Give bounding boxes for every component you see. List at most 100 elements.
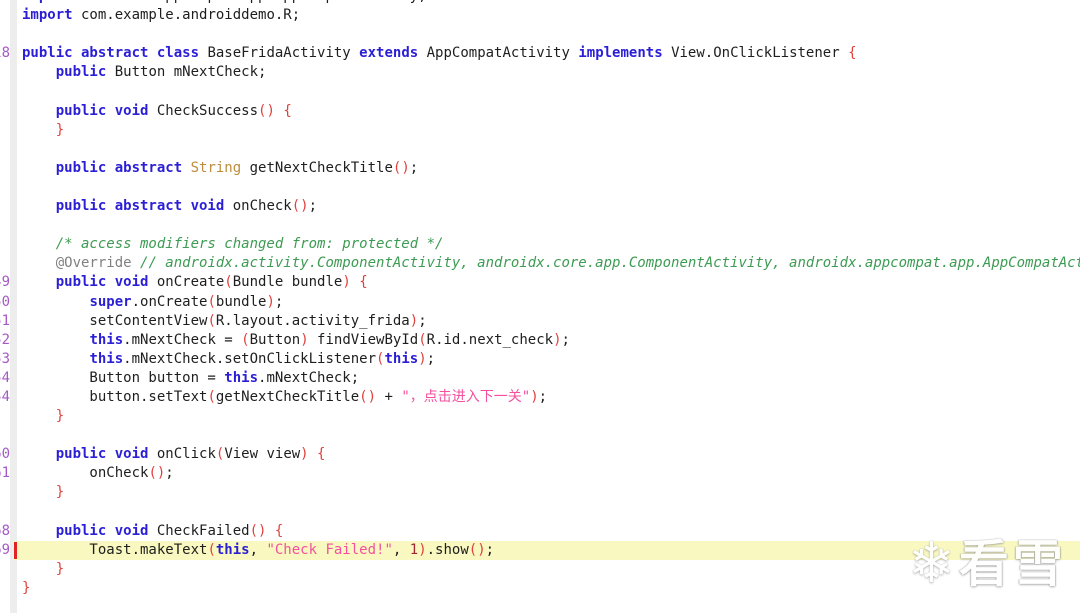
code-token-pl: CheckSuccess — [148, 102, 259, 119]
code-line[interactable] — [0, 178, 1080, 197]
decompiler-code-view: { "view": "java-decompiler-source", "col… — [0, 0, 1080, 613]
code-token-br: ( — [224, 274, 233, 291]
code-token-kw: public abstract class — [22, 45, 200, 62]
code-line-highlighted[interactable]: 69 Toast.makeText(this, "Check Failed!",… — [0, 540, 1080, 560]
code-token-kw: public void — [55, 522, 149, 539]
code-token-kw: super — [89, 293, 132, 310]
code-editor-area[interactable]: import androidx.appcompat.app.AppCompatA… — [0, 0, 1080, 598]
code-token-br: } — [55, 560, 65, 577]
code-line[interactable] — [0, 216, 1080, 235]
code-token-pl: ; — [274, 293, 284, 310]
line-number: 60 — [0, 446, 10, 463]
code-line[interactable]: public abstract void onCheck(); — [0, 197, 1080, 216]
code-token-pl: + — [376, 388, 402, 405]
code-line[interactable]: 54 button.setText(getNextCheckTitle() + … — [0, 388, 1080, 407]
line-number: 53 — [0, 350, 10, 367]
code-line[interactable]: 54 Button button = this.mNextCheck; — [0, 369, 1080, 388]
code-token-cm: /* access modifiers changed from: protec… — [55, 236, 444, 253]
code-token-br: } — [55, 121, 65, 138]
code-token-br: ) — [266, 293, 275, 310]
code-line[interactable]: } — [0, 483, 1080, 502]
code-line[interactable] — [0, 25, 1080, 44]
code-line[interactable]: public void CheckSuccess() { — [0, 102, 1080, 121]
line-number: 50 — [0, 293, 10, 310]
code-token-kw: this — [215, 541, 250, 558]
code-token-kw: public void — [55, 102, 149, 119]
code-token-br: ( — [241, 331, 250, 348]
code-token-kw: public abstract — [55, 159, 183, 176]
code-token-pl: button.setText — [22, 388, 208, 405]
code-line[interactable]: 53 this.mNextCheck.setOnClickListener(th… — [0, 350, 1080, 369]
code-token-br: () — [468, 541, 486, 558]
code-line[interactable]: 50 super.onCreate(bundle); — [0, 293, 1080, 312]
line-number: 61 — [0, 465, 10, 482]
code-token-br: } — [55, 484, 65, 501]
code-token-pl: Toast.makeText — [22, 541, 208, 558]
code-token-pl: onCheck — [224, 198, 292, 215]
code-token-st: "Check Failed!" — [266, 541, 393, 558]
code-token-pl: ; — [561, 331, 570, 348]
code-line[interactable]: 18 public abstract class BaseFridaActivit… — [0, 44, 1080, 63]
code-line[interactable]: } — [0, 560, 1080, 579]
code-token-pl: R.layout.activity_frida — [215, 312, 410, 329]
code-line[interactable]: 61 onCheck(); — [0, 464, 1080, 483]
code-token-pl: getNextCheckTitle — [215, 388, 360, 405]
code-token-br: ( — [207, 388, 216, 405]
code-token-pl: R.id.next_check — [426, 331, 554, 348]
code-token-br: ( — [207, 312, 216, 329]
line-number: 18 — [0, 45, 10, 62]
code-token-cm: // androidx.activity.ComponentActivity, … — [140, 255, 1080, 272]
code-line[interactable]: } — [0, 579, 1080, 598]
code-line[interactable]: /* access modifiers changed from: protec… — [0, 235, 1080, 254]
code-token-pl: BaseFridaActivity — [199, 45, 360, 62]
code-token-br: { — [274, 522, 284, 539]
code-token-br: ) — [530, 388, 539, 405]
code-token-br: { — [359, 274, 368, 291]
code-line[interactable]: 49 public void onCreate(Bundle bundle) { — [0, 273, 1080, 292]
code-token-kw: public void — [55, 274, 149, 291]
code-line[interactable] — [0, 82, 1080, 101]
code-token-br: ) — [409, 312, 419, 329]
code-token-pl: Bundle bundle — [232, 274, 343, 291]
code-line[interactable]: 60 public void onClick(View view) { — [0, 445, 1080, 464]
code-token-br: () — [148, 465, 166, 482]
code-line[interactable] — [0, 140, 1080, 159]
code-line[interactable] — [0, 426, 1080, 445]
code-token-pl: ; — [308, 198, 318, 215]
code-token-br: ( — [207, 293, 216, 310]
code-line[interactable]: } — [0, 407, 1080, 426]
code-token-pl: ; — [538, 388, 548, 405]
code-token-pl: AppCompatActivity — [418, 45, 579, 62]
code-token-pl: .mNextCheck = — [123, 331, 242, 348]
code-token-kw: import — [22, 0, 73, 4]
code-line[interactable]: } — [0, 121, 1080, 140]
code-token-kw: public — [55, 64, 107, 81]
code-line[interactable]: public abstract String getNextCheckTitle… — [0, 159, 1080, 178]
code-line[interactable]: public Button mNextCheck; — [0, 63, 1080, 82]
code-line[interactable] — [0, 503, 1080, 522]
code-token-pl: ; — [485, 541, 495, 558]
code-token-br: } — [55, 408, 65, 425]
code-line[interactable]: 52 this.mNextCheck = (Button) findViewBy… — [0, 331, 1080, 350]
code-token-pl: Button mNextCheck; — [106, 64, 267, 81]
code-line[interactable]: @Override // androidx.activity.Component… — [0, 254, 1080, 273]
code-token-kw: extends — [359, 45, 419, 62]
code-line[interactable]: 51 setContentView(R.layout.activity_frid… — [0, 312, 1080, 331]
code-token-br: } — [22, 579, 31, 596]
code-line[interactable]: 68 public void CheckFailed() { — [0, 522, 1080, 541]
code-token-br: ) — [300, 446, 309, 463]
code-line[interactable]: import com.example.androiddemo.R; — [0, 6, 1080, 25]
code-token-pl: , — [392, 541, 410, 558]
code-token-st: "，点击进入下一关" — [401, 388, 531, 405]
code-token-pl: onCheck — [22, 465, 149, 482]
code-token-kw: public void — [55, 446, 149, 463]
line-number: 54 — [0, 388, 10, 405]
code-token-br: ) — [418, 350, 427, 367]
